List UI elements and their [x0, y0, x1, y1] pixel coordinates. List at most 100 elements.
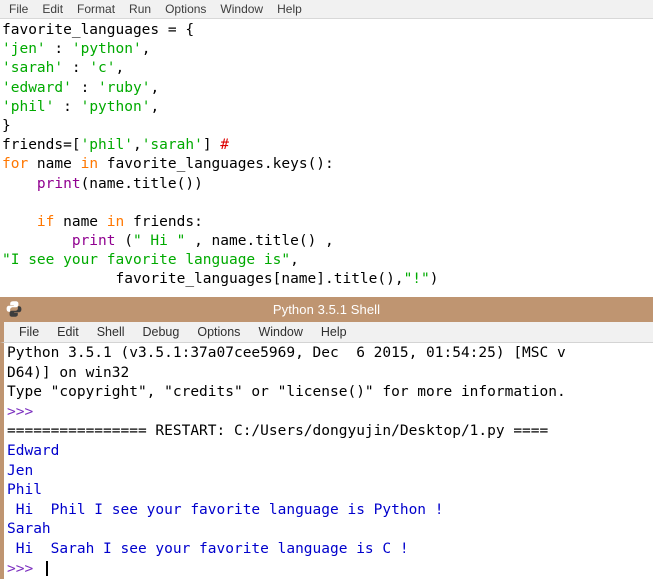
code-token-str: 'jen': [2, 41, 46, 58]
shell-body[interactable]: Python 3.5.1 (v3.5.1:37a07cee5969, Dec 6…: [0, 343, 653, 579]
shell-banner-text: Type "copyright", "credits" or "license(…: [7, 384, 566, 401]
shell-menu-options[interactable]: Options: [188, 322, 249, 342]
code-token-def: }: [2, 117, 11, 134]
shell-line: Phil: [7, 481, 653, 501]
code-token-def: (: [115, 233, 133, 250]
shell-titlebar: Python 3.5.1 Shell: [0, 297, 653, 322]
code-token-def: (name.title()): [80, 175, 203, 192]
python-logo-icon: [5, 300, 23, 318]
code-token-str: 'c': [89, 60, 116, 77]
code-token-def: ): [429, 271, 439, 288]
code-line: if name in friends:: [2, 213, 653, 232]
code-line: favorite_languages[name].title(),"!"): [2, 270, 653, 289]
code-token-def: , name.title() ,: [185, 233, 334, 250]
shell-line: Hi Phil I see your favorite language is …: [7, 501, 653, 521]
shell-program-output: Edward: [7, 442, 60, 459]
editor-menu-options[interactable]: Options: [158, 1, 213, 18]
shell-menu-edit[interactable]: Edit: [48, 322, 88, 342]
editor-window: File Edit Format Run Options Window Help favor…: [0, 0, 653, 297]
code-token-str: 'phil': [2, 98, 55, 115]
code-token-str: 'python': [80, 98, 151, 115]
code-token-str: 'phil': [80, 137, 133, 154]
shell-program-output: Hi Phil I see your favorite language is …: [7, 501, 444, 518]
shell-menu-window[interactable]: Window: [249, 322, 311, 342]
code-token-str: 'sarah': [141, 137, 203, 154]
shell-line: ================ RESTART: C:/Users/dongy…: [7, 422, 653, 442]
shell-program-output: Hi Sarah I see your favorite language is…: [7, 540, 409, 557]
code-line: 'phil' : 'python',: [2, 98, 653, 117]
code-token-def: ,: [115, 60, 125, 77]
shell-line: Python 3.5.1 (v3.5.1:37a07cee5969, Dec 6…: [7, 344, 653, 364]
code-token-def: :: [45, 41, 72, 58]
shell-prompt: >>>: [7, 560, 42, 577]
text-cursor: [45, 560, 48, 576]
editor-menu-window[interactable]: Window: [213, 1, 270, 18]
code-token-def: :: [71, 79, 99, 96]
editor-menu-edit[interactable]: Edit: [35, 1, 70, 18]
shell-output-area[interactable]: Python 3.5.1 (v3.5.1:37a07cee5969, Dec 6…: [4, 343, 653, 579]
code-token-def: :: [54, 98, 81, 115]
editor-menu-help[interactable]: Help: [270, 1, 309, 18]
code-line: 'sarah' : 'c',: [2, 59, 653, 78]
code-token-def: name: [54, 213, 107, 230]
code-line: favorite_languages = {: [2, 21, 653, 40]
code-token-kw: in: [106, 213, 125, 230]
code-token-kw: if: [36, 213, 55, 230]
code-token-def: ,: [150, 98, 160, 115]
code-token-def: ]: [202, 137, 221, 154]
code-line: 'jen' : 'python',: [2, 40, 653, 59]
code-token-str: 'python': [71, 41, 142, 58]
shell-menu-shell[interactable]: Shell: [88, 322, 134, 342]
code-token-str: "!": [403, 271, 430, 288]
code-token-def: friends=[: [2, 137, 81, 154]
code-token-def: ,: [141, 41, 151, 58]
shell-menu-file[interactable]: File: [10, 322, 48, 342]
code-token-def: ,: [132, 137, 142, 154]
code-line: }: [2, 117, 653, 136]
code-token-str: 'edward': [2, 79, 72, 96]
shell-title-text: Python 3.5.1 Shell: [272, 302, 381, 317]
shell-banner-text: D64)] on win32: [7, 364, 130, 381]
shell-program-output: Jen: [7, 462, 34, 479]
code-token-def: [2, 233, 72, 249]
code-token-bi: print: [36, 175, 81, 192]
code-token-def: friends:: [124, 213, 203, 230]
editor-menu-file[interactable]: File: [2, 1, 35, 18]
python-shell-window: Python 3.5.1 Shell File Edit Shell Debug Opt…: [0, 297, 653, 579]
shell-line: Edward: [7, 442, 653, 462]
shell-restart-banner: ================ RESTART: C:/Users/dongy…: [7, 423, 549, 440]
shell-menu-help[interactable]: Help: [312, 322, 356, 342]
code-token-str: 'sarah': [2, 60, 64, 77]
code-token-def: [2, 214, 37, 230]
code-token-kw: for: [2, 156, 29, 173]
code-token-def: favorite_languages = {: [2, 22, 195, 38]
editor-menu-format[interactable]: Format: [70, 1, 122, 18]
shell-program-output: Sarah: [7, 521, 51, 538]
editor-code-area[interactable]: favorite_languages = {'jen' : 'python', '…: [0, 19, 653, 290]
code-line: print(name.title()): [2, 175, 653, 194]
shell-line: D64)] on win32: [7, 364, 653, 384]
shell-line: >>>: [7, 560, 653, 579]
shell-line: Hi Sarah I see your favorite language is…: [7, 540, 653, 560]
shell-line: Jen: [7, 462, 653, 482]
code-line: 'edward' : 'ruby',: [2, 79, 653, 98]
shell-menubar: File Edit Shell Debug Options Window Help: [0, 322, 653, 343]
code-token-str: " Hi ": [132, 233, 186, 250]
shell-banner-text: Python 3.5.1 (v3.5.1:37a07cee5969, Dec 6…: [7, 345, 566, 361]
code-token-def: [2, 176, 37, 192]
code-token-def: favorite_languages.keys():: [98, 156, 334, 173]
code-token-str: 'ruby': [98, 79, 151, 96]
code-token-def: name: [28, 156, 81, 173]
editor-menubar: File Edit Format Run Options Window Help: [0, 0, 653, 19]
shell-program-output: Phil: [7, 482, 42, 499]
code-token-def: ,: [290, 252, 299, 269]
editor-menu-run[interactable]: Run: [122, 1, 158, 18]
code-token-cmt: #: [220, 137, 230, 154]
code-line: friends=['phil','sarah'] #: [2, 136, 653, 155]
code-line: for name in favorite_languages.keys():: [2, 155, 653, 174]
shell-line: >>>: [7, 403, 653, 423]
shell-menu-debug[interactable]: Debug: [134, 322, 189, 342]
shell-line: Sarah: [7, 520, 653, 540]
code-token-kw: in: [80, 156, 99, 173]
